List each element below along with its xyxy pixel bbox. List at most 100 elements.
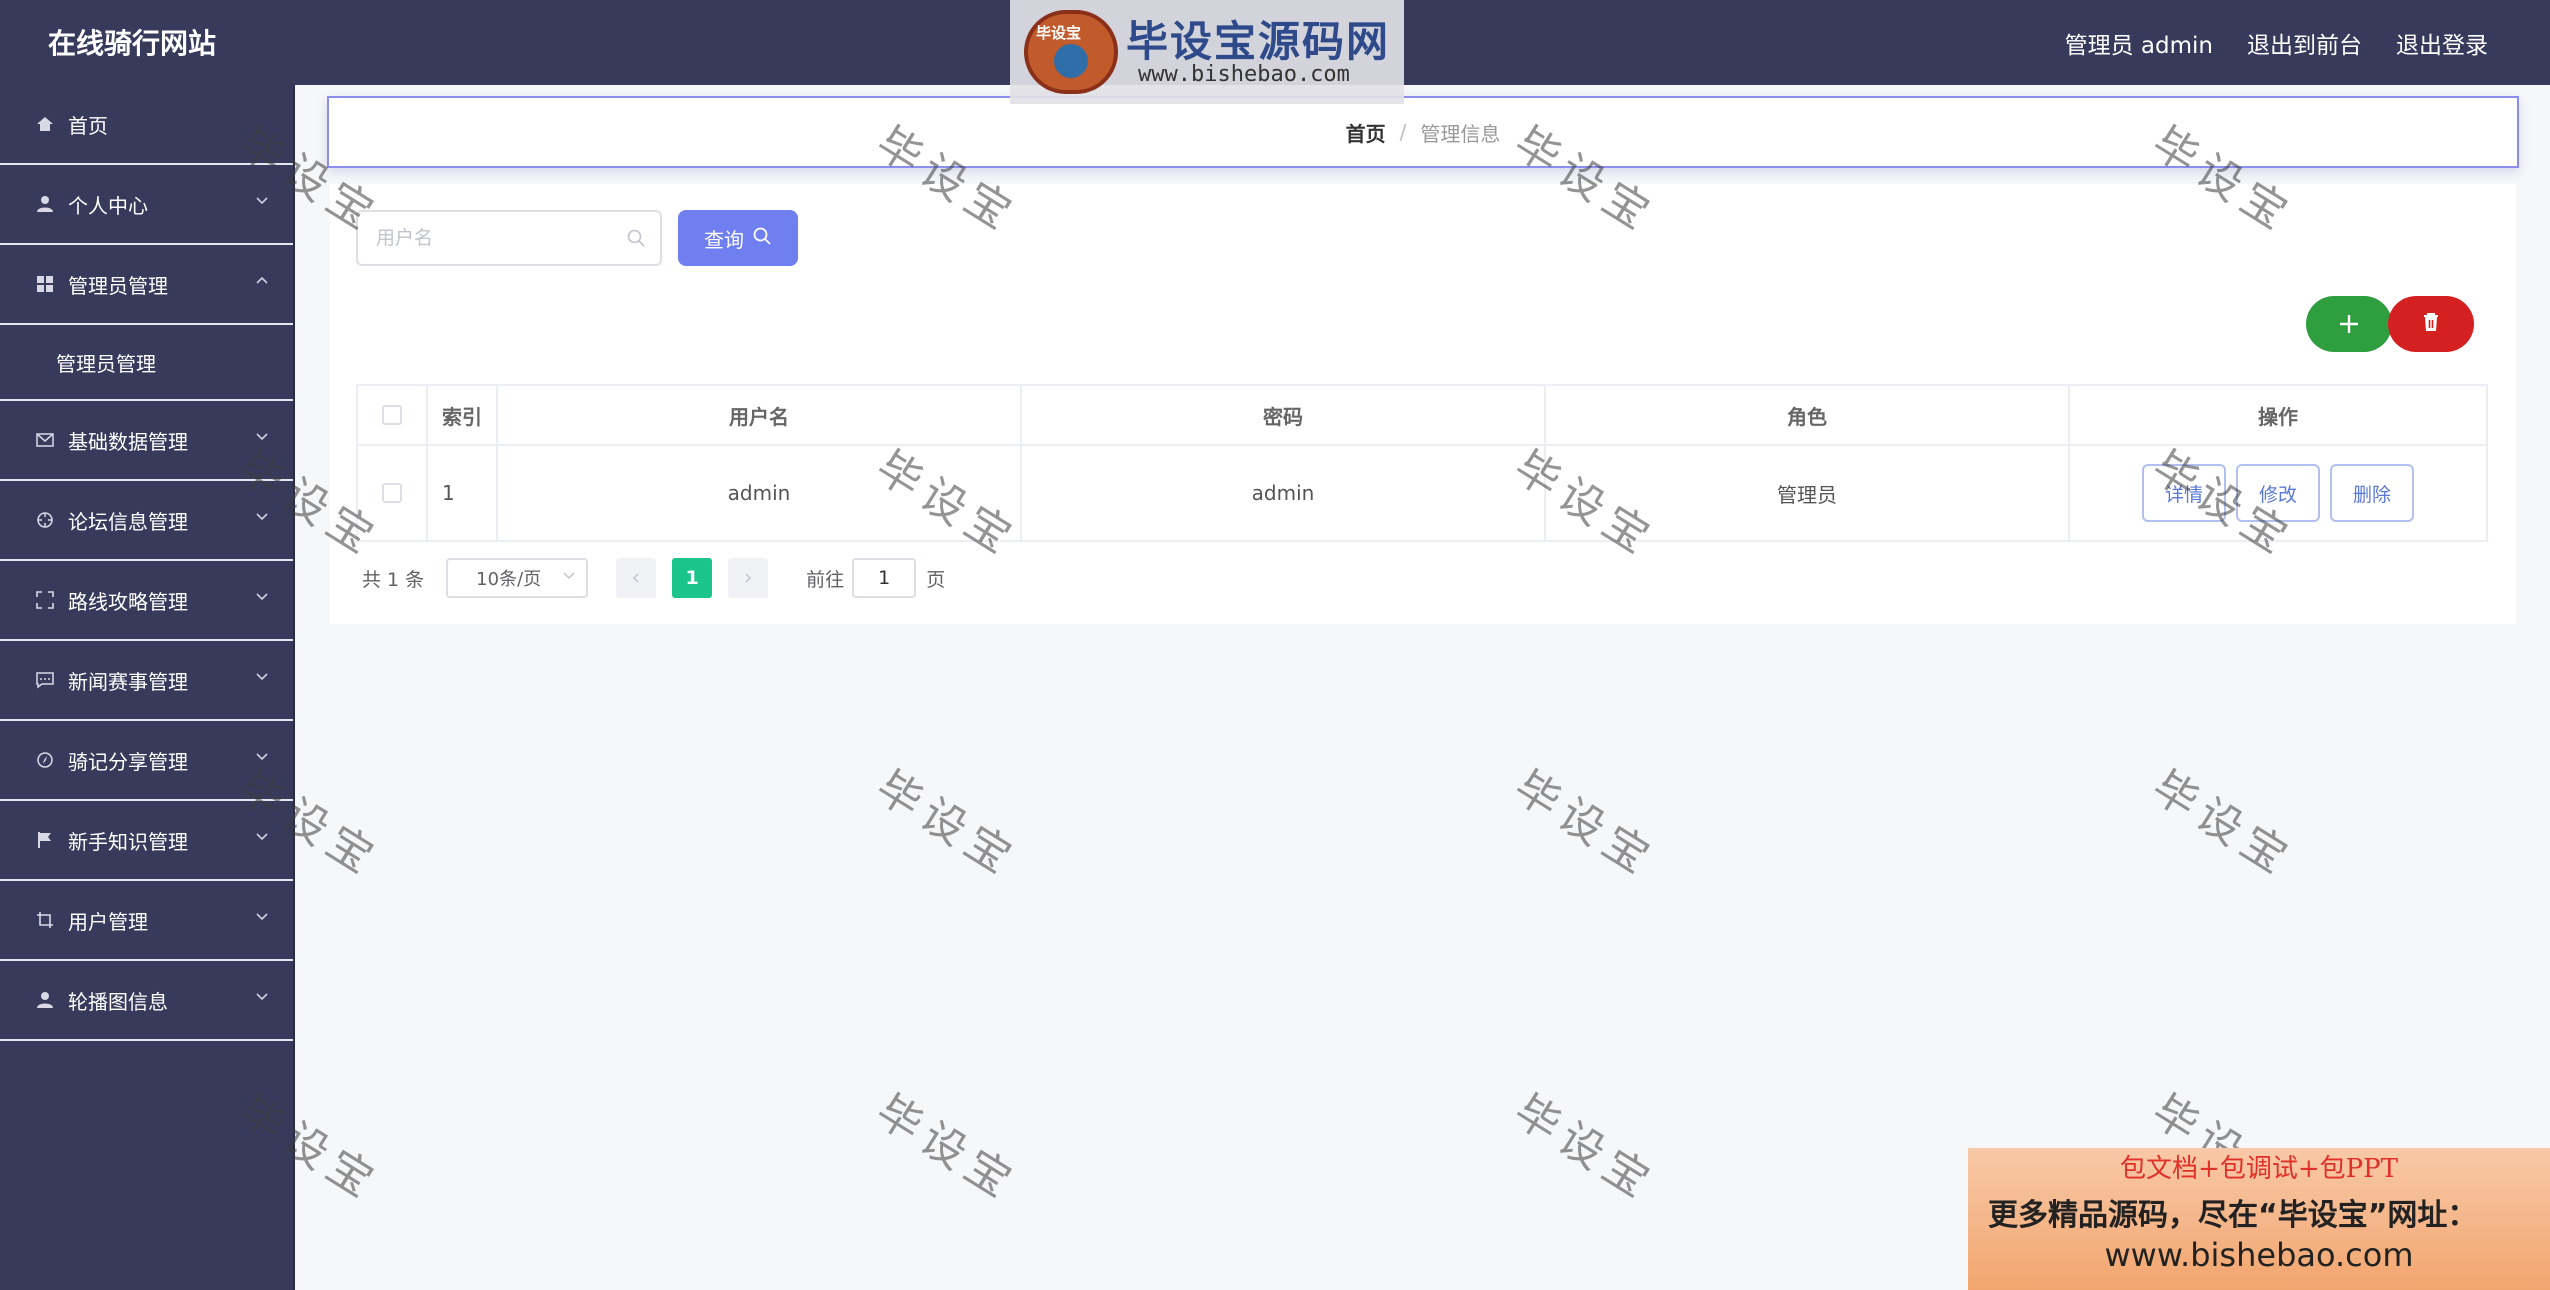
sidebar-item-label: 新手知识管理 [68, 829, 188, 854]
promo-banner[interactable]: 包文档+包调试+包PPT 更多精品源码，尽在“毕设宝”网址： www.bishe… [1968, 1148, 2550, 1290]
crop-icon [34, 909, 56, 931]
watermark-text: 毕设宝 [867, 1085, 1027, 1212]
sidebar-item-user-management[interactable]: 用户管理 [0, 881, 293, 961]
search-icon [752, 226, 772, 251]
site-title: 在线骑行网站 [48, 27, 217, 60]
sidebar-subitem-admin-management[interactable]: 管理员管理 [0, 325, 293, 401]
header-actions: 管理员 admin 退出到前台 退出登录 [2065, 26, 2488, 60]
cell-role: 管理员 [1546, 446, 2070, 540]
chevron-down-icon [255, 989, 269, 1003]
breadcrumb: 首页 / 管理信息 [327, 96, 2519, 168]
query-button[interactable]: 查询 [678, 210, 798, 266]
watermark-text: 毕设宝 [2143, 761, 2303, 888]
watermark-text: 毕设宝 [1505, 761, 1665, 888]
sidebar-item-news-events[interactable]: 新闻赛事管理 [0, 641, 293, 721]
sidebar-item-label: 轮播图信息 [68, 989, 168, 1014]
chevron-down-icon [255, 589, 269, 603]
column-header-username: 用户名 [498, 386, 1022, 444]
chevron-right-icon [745, 573, 752, 583]
batch-delete-button[interactable] [2388, 296, 2474, 352]
promo-line-2: 更多精品源码，尽在“毕设宝”网址： [1988, 1198, 2478, 1233]
breadcrumb-current: 管理信息 [1420, 121, 1501, 146]
sidebar-item-home[interactable]: 首页 [0, 85, 293, 165]
mail-icon [34, 429, 56, 451]
sidebar-item-label: 用户管理 [68, 909, 148, 934]
sidebar-item-beginner-knowledge[interactable]: 新手知识管理 [0, 801, 293, 881]
crosshair-icon [34, 509, 56, 531]
row-checkbox[interactable] [382, 483, 402, 503]
chevron-down-icon [255, 429, 269, 443]
sidebar-item-label: 路线攻略管理 [68, 589, 188, 614]
column-header-index: 索引 [428, 386, 498, 444]
header-checkbox-cell [358, 386, 428, 444]
page-number-current[interactable]: 1 [672, 558, 713, 598]
user-icon [34, 193, 56, 215]
chevron-down-icon [255, 829, 269, 843]
main-panel: 查询 索引 用户名 密码 角色 操作 1 ad [330, 184, 2516, 624]
logo-emblem-text: 毕设宝 [1036, 24, 1082, 42]
user-icon [34, 989, 56, 1011]
table-row: 1 admin admin 管理员 详情 修改 删除 [358, 446, 2486, 540]
sidebar-item-forum[interactable]: 论坛信息管理 [0, 481, 293, 561]
chevron-left-icon [633, 573, 639, 583]
grid-icon [34, 273, 56, 295]
plus-icon [2338, 305, 2360, 343]
goto-page-input[interactable] [852, 558, 917, 598]
home-icon [34, 113, 56, 135]
goto-suffix: 页 [926, 568, 946, 591]
chevron-down-icon [255, 193, 269, 207]
select-all-checkbox[interactable] [382, 405, 402, 425]
chevron-down-icon [255, 509, 269, 523]
logo-title: 毕设宝源码网 [1126, 17, 1391, 66]
chevron-up-icon [255, 273, 269, 287]
sidebar-item-ride-sharing[interactable]: 骑记分享管理 [0, 721, 293, 801]
total-count: 共 1 条 [362, 568, 425, 591]
add-button[interactable] [2306, 296, 2392, 352]
sidebar-subitem-label: 管理员管理 [56, 351, 156, 376]
sidebar-item-label: 管理员管理 [68, 273, 168, 298]
username-search-input[interactable] [358, 213, 608, 263]
sidebar-item-admin-management[interactable]: 管理员管理 [0, 245, 293, 325]
breadcrumb-home-link[interactable]: 首页 [1346, 118, 1386, 147]
admin-user-link[interactable]: 管理员 admin [2065, 26, 2213, 60]
table-header-row: 索引 用户名 密码 角色 操作 [358, 386, 2486, 446]
sidebar-item-carousel[interactable]: 轮播图信息 [0, 961, 293, 1041]
cell-actions: 详情 修改 删除 [2070, 446, 2486, 540]
sidebar-item-label: 首页 [68, 113, 108, 138]
search-field [356, 210, 662, 266]
page-size-value: 10条/页 [476, 569, 542, 590]
sidebar-item-route-guides[interactable]: 路线攻略管理 [0, 561, 293, 641]
goto-label: 前往 [806, 568, 845, 591]
pagination: 共 1 条 10条/页 1 前往 页 [362, 558, 945, 598]
exit-to-frontend-link[interactable]: 退出到前台 [2247, 26, 2362, 60]
fullscreen-icon [34, 589, 56, 611]
promo-line-3: www.bishebao.com [2104, 1236, 2414, 1274]
column-header-role: 角色 [1546, 386, 2070, 444]
delete-button[interactable]: 删除 [2330, 464, 2414, 522]
cell-index: 1 [428, 446, 498, 540]
search-icon [626, 228, 646, 248]
compass-icon [34, 749, 56, 771]
sidebar-item-personal-center[interactable]: 个人中心 [0, 165, 293, 245]
watermark-text: 毕设宝 [1505, 1085, 1665, 1212]
chevron-down-icon [255, 749, 269, 763]
promo-line-1: 包文档+包调试+包PPT [2120, 1154, 2398, 1184]
column-header-actions: 操作 [2258, 404, 2298, 429]
chevron-down-icon [562, 568, 576, 587]
logo-emblem-icon: 毕设宝 [1024, 10, 1118, 94]
next-page-button[interactable] [728, 558, 769, 598]
page-size-select[interactable]: 10条/页 [446, 558, 589, 598]
chat-icon [34, 669, 56, 691]
flag-icon [34, 829, 56, 851]
column-header-password: 密码 [1022, 386, 1546, 444]
sidebar-item-basic-data[interactable]: 基础数据管理 [0, 401, 293, 481]
prev-page-button[interactable] [616, 558, 657, 598]
cell-username: admin [498, 446, 1022, 540]
detail-button[interactable]: 详情 [2142, 464, 2226, 522]
logout-link[interactable]: 退出登录 [2396, 26, 2488, 60]
breadcrumb-separator: / [1399, 120, 1407, 144]
edit-button[interactable]: 修改 [2236, 464, 2320, 522]
logo-url: www.bishebao.com [1138, 62, 1350, 87]
cell-password: admin [1022, 446, 1546, 540]
watermark-text: 毕设宝 [867, 761, 1027, 888]
